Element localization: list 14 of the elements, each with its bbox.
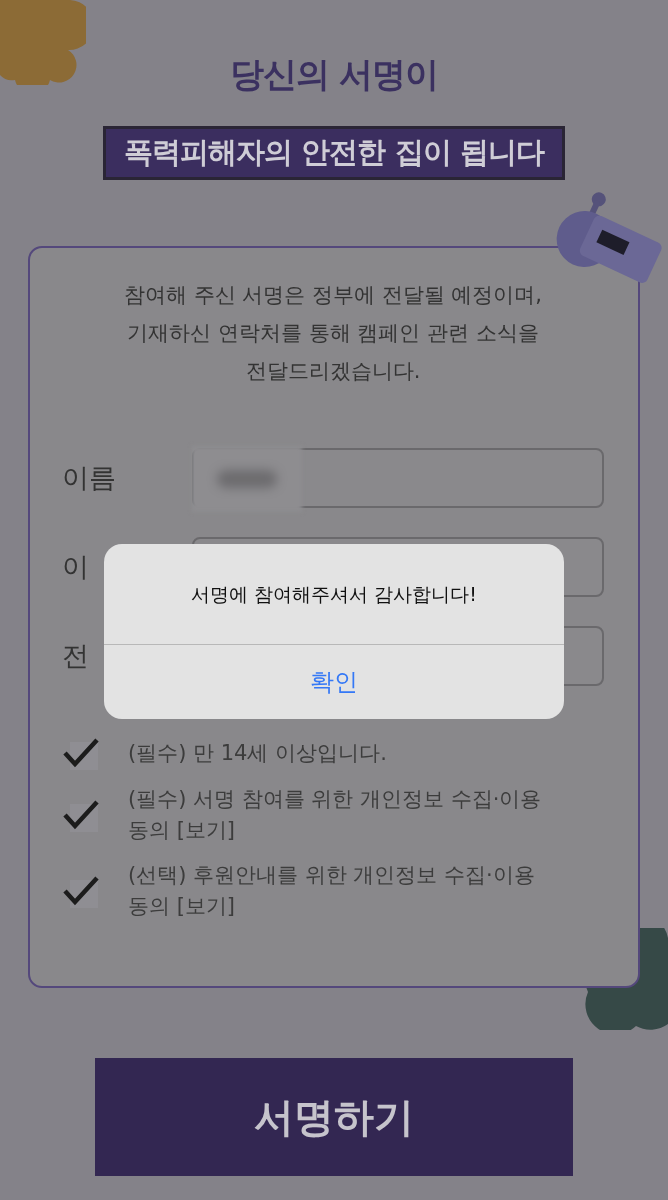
checkbox[interactable] [62,736,100,770]
heading: 당신의 서명이 [229,53,439,96]
intro-text: 참여해 주신 서명은 정부에 전달될 예정이며, 기재하신 연락처를 통해 캠페인 관련 소식을 전달드리겠습니다. [122,282,544,385]
banner: 폭력피해자의 안전한 집이 됩니다 [103,126,565,180]
consent-text: (선택) 후원안내를 위한 개인정보 수집·이용 동의 [보기] [128,862,536,920]
alert-message: 서명에 참여해주셔서 감사합니다! [104,544,564,645]
consent-text: (필수) 만 14세 이상입니다. [128,739,388,767]
consent-text: (필수) 서명 참여를 위한 개인정보 수집·이용 동의 [보기] [128,786,543,844]
field-label: 전 [62,639,90,673]
checkbox[interactable] [62,874,100,908]
sign-button[interactable]: 서명하기 [95,1058,573,1176]
field-label: 이름 [62,461,117,495]
checkbox[interactable] [62,798,100,832]
field-label: 이 [62,550,90,584]
